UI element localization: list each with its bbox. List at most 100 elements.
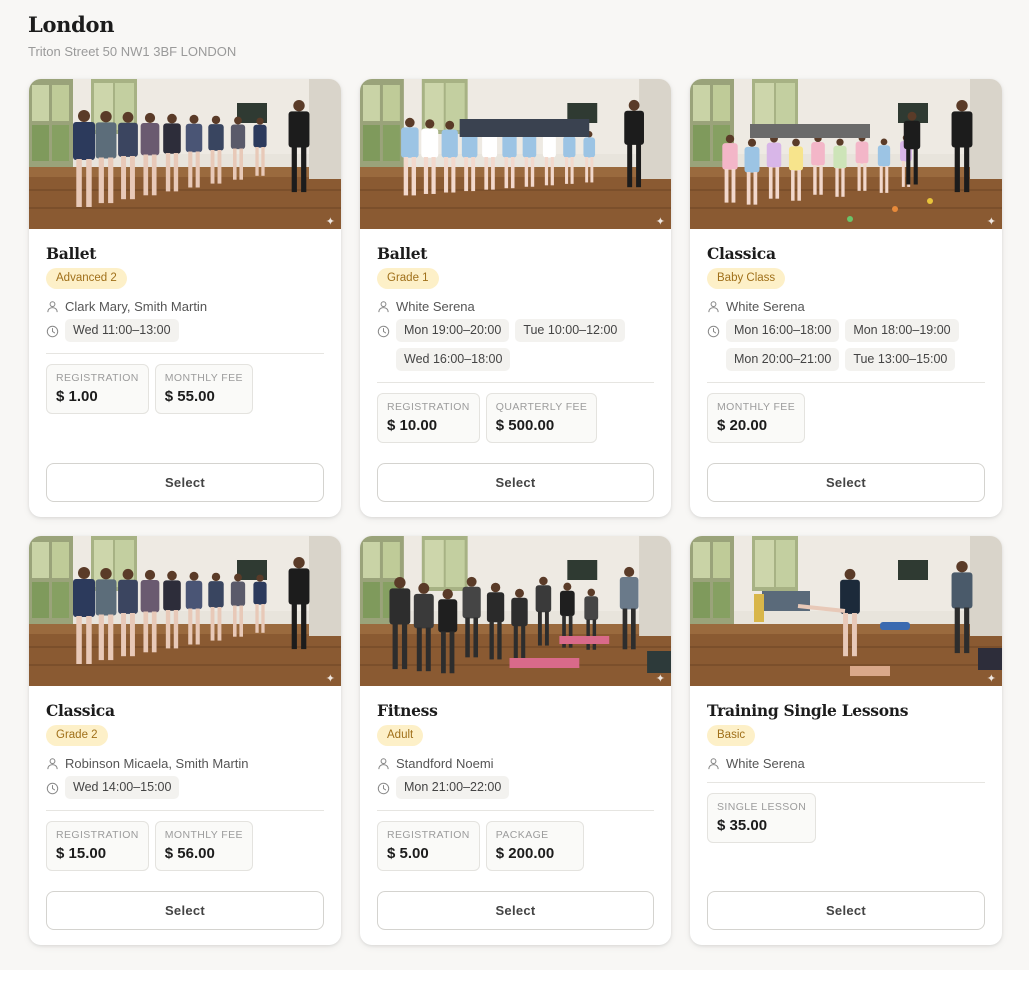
sparkle-icon: ✦ (986, 673, 996, 685)
course-card-body: Classica Baby Class White Serena Mon 16:00–… (690, 229, 1002, 517)
sparkle-icon: ✦ (325, 673, 335, 685)
class-photo-illustration (690, 79, 1002, 229)
select-button[interactable]: Select (377, 463, 654, 502)
course-card-body: Ballet Grade 1 White Serena Mon 19:00–20:00… (360, 229, 671, 517)
fee-box: REGISTRATION $ 15.00 (46, 821, 149, 871)
schedule-chips: Mon 16:00–18:00 Mon 18:00–19:00 Mon 20:00–… (726, 319, 985, 371)
divider (46, 810, 324, 811)
teacher-row: Clark Mary, Smith Martin (46, 299, 324, 314)
schedule-chip: Tue 13:00–15:00 (845, 348, 956, 371)
select-button[interactable]: Select (377, 891, 654, 930)
course-card: ✦ Fitness Adult Standford Noemi Mon 21:00–22… (360, 536, 671, 945)
level-badge: Adult (377, 725, 424, 746)
schedule-row: Wed 11:00–13:00 (46, 319, 324, 342)
course-title: Ballet (377, 244, 428, 263)
schedule-row: Mon 16:00–18:00 Mon 18:00–19:00 Mon 20:00–… (707, 319, 985, 371)
fee-label: MONTHLY FEE (717, 401, 796, 413)
class-photo-illustration (29, 536, 341, 686)
select-button[interactable]: Select (707, 463, 985, 502)
person-icon (378, 758, 389, 770)
fee-box: REGISTRATION $ 5.00 (377, 821, 480, 871)
teacher-row: White Serena (377, 299, 654, 314)
location-title: London (28, 12, 115, 37)
page-header: London Triton Street 50 NW1 3BF LONDON (28, 11, 236, 59)
class-photo-illustration (360, 536, 671, 686)
teacher-row: Standford Noemi (377, 756, 654, 771)
fee-list: REGISTRATION $ 5.00 PACKAGE $ 200.00 (377, 821, 654, 871)
class-photo-illustration (690, 536, 1002, 686)
schedule-chip: Mon 19:00–20:00 (396, 319, 510, 342)
clock-icon (46, 782, 59, 795)
course-photo: ✦ (690, 79, 1002, 229)
teacher-row: White Serena (707, 299, 985, 314)
level-badge: Grade 1 (377, 268, 439, 289)
schedule-chips: Wed 14:00–15:00 (65, 776, 180, 799)
fee-label: REGISTRATION (56, 829, 139, 841)
course-photo: ✦ (29, 536, 341, 686)
course-title: Training Single Lessons (707, 701, 909, 720)
class-photo-illustration (29, 79, 341, 229)
page-bottom-strip (0, 970, 1029, 982)
level-badge: Baby Class (707, 268, 786, 289)
fee-box: MONTHLY FEE $ 55.00 (154, 364, 253, 414)
teacher-names: Standford Noemi (396, 756, 494, 771)
course-title: Fitness (377, 701, 438, 720)
course-card: ✦ Classica Grade 2 Robinson Micaela, Smith … (29, 536, 341, 945)
schedule-chip: Tue 10:00–12:00 (515, 319, 626, 342)
course-title: Classica (46, 701, 115, 720)
course-card-body: Classica Grade 2 Robinson Micaela, Smith M… (29, 686, 341, 945)
schedule-row: Wed 14:00–15:00 (46, 776, 324, 799)
course-photo: ✦ (690, 536, 1002, 686)
sparkle-icon: ✦ (655, 216, 665, 228)
fee-list: MONTHLY FEE $ 20.00 (707, 393, 985, 443)
fee-amount: $ 200.00 (495, 845, 555, 862)
fee-amount: $ 15.00 (56, 845, 107, 862)
clock-icon (377, 325, 390, 338)
course-title: Classica (707, 244, 776, 263)
teacher-row: White Serena (707, 756, 985, 771)
fee-label: REGISTRATION (387, 829, 470, 841)
fee-box: QUARTERLY FEE $ 500.00 (485, 393, 598, 443)
fee-box: MONTHLY FEE $ 56.00 (154, 821, 253, 871)
page: London Triton Street 50 NW1 3BF LONDON ✦… (0, 0, 1029, 970)
course-grid: ✦ Ballet Advanced 2 Clark Mary, Smith Marti… (29, 79, 1002, 945)
fee-amount: $ 1.00 (56, 388, 98, 405)
teacher-names: White Serena (396, 299, 475, 314)
fee-amount: $ 35.00 (717, 817, 768, 834)
location-address: Triton Street 50 NW1 3BF LONDON (28, 44, 237, 59)
schedule-chip: Wed 11:00–13:00 (65, 319, 179, 342)
person-icon (708, 301, 719, 313)
divider (46, 353, 324, 354)
fee-label: MONTHLY FEE (164, 829, 243, 841)
select-button[interactable]: Select (707, 891, 985, 930)
schedule-chip: Mon 20:00–21:00 (726, 348, 840, 371)
person-icon (47, 301, 58, 313)
select-button[interactable]: Select (46, 463, 324, 502)
sparkle-icon: ✦ (986, 216, 996, 228)
person-icon (708, 758, 719, 770)
clock-icon (707, 325, 720, 338)
clock-icon (377, 782, 390, 795)
fee-list: REGISTRATION $ 10.00 QUARTERLY FEE $ 500.00 (377, 393, 654, 443)
fee-label: PACKAGE (495, 829, 549, 841)
divider (377, 810, 654, 811)
schedule-row: Mon 19:00–20:00 Tue 10:00–12:00 Wed 16:00–… (377, 319, 654, 371)
fee-label: REGISTRATION (387, 401, 470, 413)
person-icon (378, 301, 389, 313)
course-photo: ✦ (360, 79, 671, 229)
fee-amount: $ 5.00 (387, 845, 429, 862)
schedule-chip: Wed 16:00–18:00 (396, 348, 511, 371)
schedule-chips: Mon 19:00–20:00 Tue 10:00–12:00 Wed 16:00–… (396, 319, 654, 371)
course-card-body: Fitness Adult Standford Noemi Mon 21:00–22:… (360, 686, 671, 945)
fee-list: REGISTRATION $ 15.00 MONTHLY FEE $ 56.00 (46, 821, 324, 871)
schedule-chip: Wed 14:00–15:00 (65, 776, 180, 799)
select-button[interactable]: Select (46, 891, 324, 930)
level-badge: Grade 2 (46, 725, 108, 746)
schedule-chips: Mon 21:00–22:00 (396, 776, 510, 799)
course-card: ✦ Training Single Lessons Basic White Seren… (690, 536, 1002, 945)
class-photo-illustration (360, 79, 671, 229)
teacher-names: Clark Mary, Smith Martin (65, 299, 208, 314)
course-card: ✦ Ballet Grade 1 White Serena Mon 19:00–20:0… (360, 79, 671, 517)
schedule-chip: Mon 18:00–19:00 (845, 319, 959, 342)
fee-list: SINGLE LESSON $ 35.00 (707, 793, 985, 843)
